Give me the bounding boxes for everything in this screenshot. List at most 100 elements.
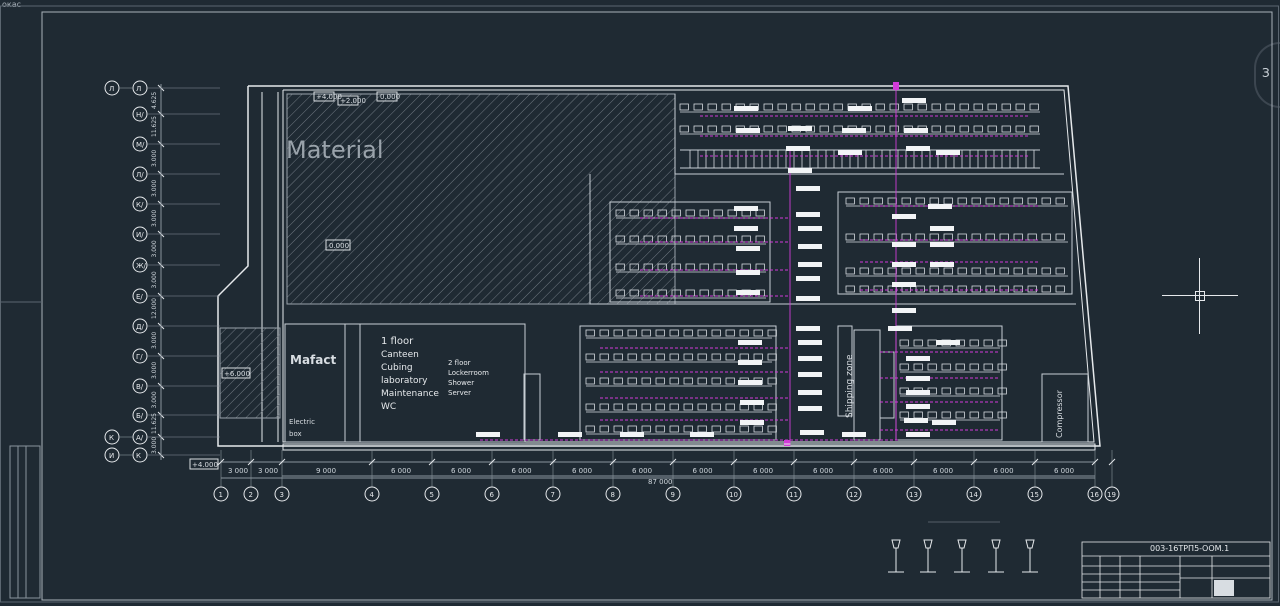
svg-text:3 000: 3 000 xyxy=(228,467,248,475)
level-mark-6: +4.000 xyxy=(192,461,218,469)
first-floor-item-4: Maintenance xyxy=(381,389,439,399)
grid-row-9: Г/ xyxy=(132,348,220,364)
svg-text:13: 13 xyxy=(909,491,918,499)
row-spacing-11: 11.625 xyxy=(151,413,158,434)
level-mark-4: 0.000 xyxy=(329,242,349,250)
grid-row-12: А/ xyxy=(132,429,220,445)
svg-text:6: 6 xyxy=(490,491,495,499)
grid-row-7: Е/ xyxy=(132,288,220,304)
level-mark-3: 0.000 xyxy=(380,93,400,101)
svg-text:12: 12 xyxy=(849,491,858,499)
row-spacing-8: 3.000 xyxy=(151,332,158,349)
second-floor-legend: 2 floor Lockerroom Shower Server xyxy=(448,359,489,397)
svg-text:К: К xyxy=(136,452,141,460)
svg-text:Л: Л xyxy=(109,85,114,93)
svg-text:К: К xyxy=(109,434,114,442)
svg-text:5: 5 xyxy=(430,491,434,499)
left-margin-stamp xyxy=(9,445,41,599)
grid-row-1: Н/ xyxy=(132,106,220,122)
row-spacing-1: 11.625 xyxy=(151,116,158,137)
second-floor-item-0: 2 floor xyxy=(448,359,471,367)
zone-label-shipping: Shipping zone xyxy=(845,354,855,418)
grid-row-left-bubbles: Л К И xyxy=(104,80,133,463)
svg-text:Н/: Н/ xyxy=(136,111,144,119)
svg-text:3: 3 xyxy=(280,491,284,499)
dim-total: 87 000 xyxy=(648,478,673,486)
title-block: 003-16ТРП5-ООМ.1 xyxy=(1081,541,1271,599)
bottom-wall-strip xyxy=(282,443,1096,451)
svg-text:3 000: 3 000 xyxy=(258,467,278,475)
svg-text:Л: Л xyxy=(136,85,141,93)
grid-rows: Л Н/М/Л/К/И/Ж/Е/Д/Г/В/Б/А/К 4.625 11.625 3.0… xyxy=(104,80,220,463)
legend-symbol-4 xyxy=(1022,539,1038,573)
dim-12: 6 000 xyxy=(1054,467,1074,475)
zone-label-compressor: Compressor xyxy=(1055,389,1064,438)
row-spacing-7: 12.000 xyxy=(151,298,158,319)
svg-text:2: 2 xyxy=(249,491,253,499)
svg-text:Е/: Е/ xyxy=(136,293,143,301)
svg-text:Д/: Д/ xyxy=(136,323,144,331)
row-spacing-9: 3.000 xyxy=(151,362,158,379)
svg-text:И: И xyxy=(109,452,114,460)
row-spacing-6: 3.000 xyxy=(151,271,158,288)
svg-text:М/: М/ xyxy=(136,141,145,149)
zone-label-material: Material xyxy=(286,136,384,164)
grid-columns: 1 2 3 4 5 6 7 8 9 10 11 12 13 14 15 16 199 000 6 000 6 000… xyxy=(213,450,1120,502)
svg-text:Л/: Л/ xyxy=(136,171,144,179)
svg-text:Г/: Г/ xyxy=(136,353,143,361)
zone-label-mafact: Mafact xyxy=(290,353,336,367)
row-spacing-3: 3.000 xyxy=(151,180,158,197)
dim-6: 6 000 xyxy=(693,467,713,475)
svg-text:Б/: Б/ xyxy=(136,412,144,420)
grid-row-13: К xyxy=(132,447,220,463)
svg-text:Ж/: Ж/ xyxy=(136,262,147,270)
legend-symbols xyxy=(888,521,1038,573)
grid-row-2: М/ xyxy=(132,136,220,152)
grid-row-3: Л/ xyxy=(132,166,220,182)
dim-5: 6 000 xyxy=(632,467,652,475)
svg-text:19: 19 xyxy=(1107,491,1116,499)
svg-text:9: 9 xyxy=(671,491,675,499)
dim-0: 9 000 xyxy=(316,467,336,475)
second-floor-item-3: Server xyxy=(448,389,471,397)
grid-row-4: К/ xyxy=(132,196,220,212)
svg-text:1: 1 xyxy=(219,491,223,499)
svg-text:7: 7 xyxy=(551,491,555,499)
dim-7: 6 000 xyxy=(753,467,773,475)
level-mark-5: +6.000 xyxy=(224,370,250,378)
legend-symbol-2 xyxy=(954,539,970,573)
cad-viewport[interactable]: окас З Л Н/ М/ Л/ К/ И/ Ж/ Е/ Д/ Г/ В/ Б… xyxy=(0,0,1280,606)
second-floor-item-2: Shower xyxy=(448,379,474,387)
first-floor-item-2: Cubing xyxy=(381,363,413,373)
second-floor-item-1: Lockerroom xyxy=(448,369,489,377)
grid-row-8: Д/ xyxy=(132,318,220,334)
svg-text:10: 10 xyxy=(729,491,738,499)
dim-1: 6 000 xyxy=(391,467,411,475)
svg-text:8: 8 xyxy=(611,491,615,499)
legend-symbol-0 xyxy=(888,539,904,573)
dim-11: 6 000 xyxy=(994,467,1014,475)
grid-row-11: Б/ xyxy=(132,407,220,423)
svg-text:16: 16 xyxy=(1090,491,1099,499)
grid-column-19: 19 xyxy=(1104,450,1120,502)
first-floor-item-0: 1 floor xyxy=(381,336,414,347)
legend-symbol-1 xyxy=(920,539,936,573)
row-spacing-5: 3.000 xyxy=(151,240,158,257)
svg-text:И/: И/ xyxy=(136,231,144,239)
svg-text:4: 4 xyxy=(370,491,375,499)
row-spacing-10: 3.000 xyxy=(151,391,158,408)
first-floor-item-3: laboratory xyxy=(381,376,428,386)
dim-10: 6 000 xyxy=(933,467,953,475)
level-mark-2: +2.000 xyxy=(340,97,366,105)
grid-column-2: 2 xyxy=(243,450,259,502)
grid-row-10: В/ xyxy=(132,378,220,394)
zone-label-electric: Electric xyxy=(289,418,315,426)
zone-label-electric-box: box xyxy=(289,430,302,438)
dim-8: 6 000 xyxy=(813,467,833,475)
legend-symbol-3 xyxy=(988,539,1004,573)
svg-text:В/: В/ xyxy=(136,383,144,391)
drawing-canvas[interactable]: Л Н/М/Л/К/И/Ж/Е/Д/Г/В/Б/А/К 4.625 11.625 3.0… xyxy=(0,0,1280,606)
grid-column-1: 1 xyxy=(213,450,229,502)
material-zone-hatch xyxy=(286,93,676,305)
dim-2: 6 000 xyxy=(451,467,471,475)
